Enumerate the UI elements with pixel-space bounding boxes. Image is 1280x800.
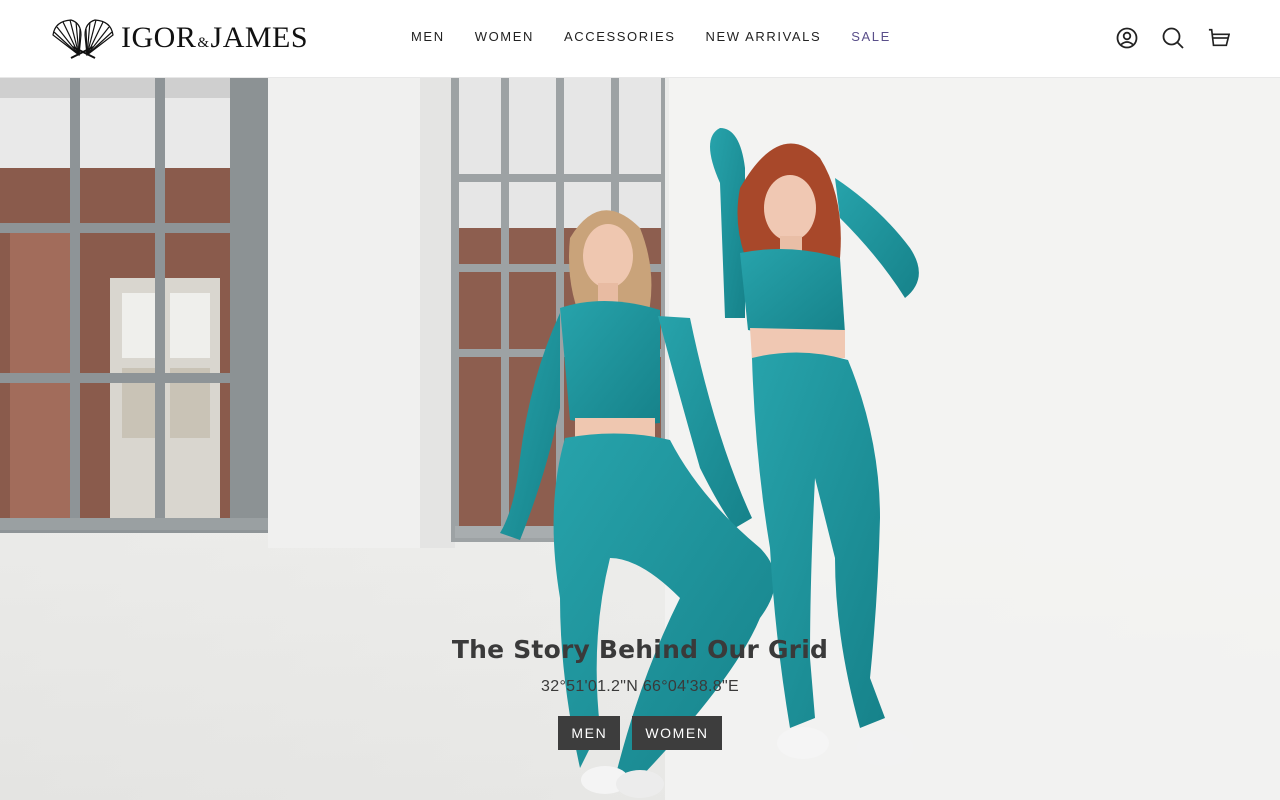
brand-ampersand: & xyxy=(197,35,210,51)
cart-icon[interactable] xyxy=(1208,25,1230,51)
header-actions xyxy=(1116,25,1230,51)
hero-buttons: MEN WOMEN xyxy=(0,716,1280,750)
main-nav: MEN WOMEN ACCESSORIES NEW ARRIVALS SALE xyxy=(411,27,921,47)
hero-men-button[interactable]: MEN xyxy=(558,716,621,750)
brand-name-left: IGOR xyxy=(121,21,197,54)
brand-logo[interactable]: IGOR & JAMES xyxy=(49,17,308,59)
nav-item-accessories[interactable]: ACCESSORIES xyxy=(564,27,676,47)
scallop-fan-icon xyxy=(52,19,114,59)
hero-copy: The Story Behind Our Grid 32°51'01.2"N 6… xyxy=(0,633,1280,750)
hero-banner: The Story Behind Our Grid 32°51'01.2"N 6… xyxy=(0,78,1280,800)
site-header: IGOR & JAMES MEN WOMEN ACCESSORIES NEW A… xyxy=(0,0,1280,78)
nav-item-sale[interactable]: SALE xyxy=(851,27,891,47)
hero-coordinates: 32°51'01.2"N 66°04'38.8"E xyxy=(541,678,739,695)
hero-title: The Story Behind Our Grid xyxy=(451,635,829,664)
brand-wordmark: IGOR & JAMES xyxy=(121,23,308,53)
brand-name-right: JAMES xyxy=(210,21,309,54)
hero-women-button[interactable]: WOMEN xyxy=(632,716,722,750)
nav-item-women[interactable]: WOMEN xyxy=(475,27,534,47)
search-icon[interactable] xyxy=(1162,25,1184,51)
nav-item-men[interactable]: MEN xyxy=(411,27,445,47)
account-icon[interactable] xyxy=(1116,25,1138,51)
nav-item-new-arrivals[interactable]: NEW ARRIVALS xyxy=(706,27,822,47)
